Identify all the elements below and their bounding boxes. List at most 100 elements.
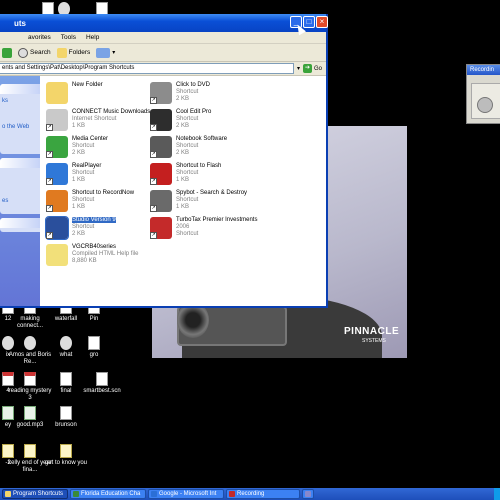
record-button[interactable]: [477, 97, 493, 113]
audio-file-icon: [24, 406, 36, 420]
taskbar-button[interactable]: [302, 489, 314, 499]
recording-title[interactable]: Recordin: [467, 65, 500, 75]
desktop-icon[interactable]: get to know you: [44, 444, 88, 467]
search-button[interactable]: Search: [18, 47, 51, 58]
file-size: 1 KB: [176, 177, 190, 183]
close-button[interactable]: ×: [316, 16, 328, 28]
window-titlebar[interactable]: uts: [0, 14, 326, 32]
desktop-icon-label: what: [59, 352, 73, 358]
views-icon: [96, 47, 111, 58]
pinnacle-logo-sub: SYSTEMS: [362, 338, 386, 344]
file-type: Shortcut: [72, 170, 95, 176]
taskbar-app-icon: [5, 491, 11, 497]
shortcut-arrow-icon: ↗: [46, 178, 53, 185]
file-type: Shortcut: [72, 197, 95, 203]
task-pane-item[interactable]: ks: [0, 98, 40, 104]
file-item[interactable]: ↗ Click to DVD Shortcut 2 KB: [150, 82, 280, 108]
go-arrow-icon: ➔: [302, 64, 312, 73]
task-pane: ks o the Web es: [0, 76, 40, 306]
file-size: Shortcut: [176, 231, 199, 237]
file-item-text: Studio Version 9 Shortcut 2 KB: [72, 217, 116, 243]
spybot-icon: ↗: [150, 190, 172, 212]
menu-help[interactable]: Help: [86, 34, 99, 41]
file-item-text: Shortcut to Flash Shortcut 1 KB: [176, 163, 221, 189]
search-button-label: Search: [30, 49, 51, 56]
taskbar-button-label: Florida Education Cha: [81, 491, 141, 497]
views-button[interactable]: ▾: [96, 47, 116, 58]
file-item[interactable]: ↗ Spybot - Search & Destroy Shortcut 1 KB: [150, 190, 280, 216]
maximize-button[interactable]: □: [303, 16, 315, 28]
file-name: CONNECT Music Downloads: [72, 109, 151, 115]
file-item[interactable]: ↗ Cool Edit Pro Shortcut 2 KB: [150, 109, 280, 135]
studio-icon: ↗: [45, 216, 69, 240]
system-tray[interactable]: [494, 488, 500, 500]
menu-favorites[interactable]: avorites: [28, 34, 51, 41]
taskbar-app-icon: [151, 491, 157, 497]
file-name: Click to DVD: [176, 82, 211, 88]
desktop-icon-label: brunson: [55, 422, 77, 428]
file-item-text: Shortcut to RecordNow Shortcut 1 KB: [72, 190, 134, 216]
file-size: 2 KB: [72, 150, 86, 156]
shortcut-arrow-icon: ↗: [150, 232, 157, 239]
taskbar-button-label: Recording: [237, 491, 265, 497]
folders-button[interactable]: Folders: [56, 47, 90, 58]
file-item-text: Cool Edit Pro Shortcut 2 KB: [176, 109, 211, 135]
folders-icon: [56, 47, 67, 58]
shortcut-arrow-icon: ↗: [46, 124, 53, 131]
file-item-text: Click to DVD Shortcut 2 KB: [176, 82, 210, 108]
task-pane-item[interactable]: o the Web: [0, 124, 40, 130]
file-size: 2 KB: [176, 123, 190, 129]
file-type: Shortcut: [176, 89, 199, 95]
menu-bar: avorites Tools Help: [0, 32, 326, 44]
menu-tools[interactable]: Tools: [61, 34, 76, 41]
taskbar-button[interactable]: Program Shortcuts: [2, 489, 68, 499]
file-name: Studio Version 9: [72, 217, 116, 223]
document-icon: [88, 336, 100, 350]
file-size: 2 KB: [176, 96, 190, 102]
file-item-text: Media Center Shortcut 2 KB: [72, 136, 108, 162]
file-type: Shortcut: [176, 197, 199, 203]
desktop-icon[interactable]: smartbest.scn: [80, 372, 124, 395]
shortcut-arrow-icon: ↗: [46, 151, 53, 158]
file-type: Shortcut: [72, 143, 95, 149]
file-item[interactable]: VGCRB40series Compiled HTML Help file 8,88…: [46, 244, 176, 270]
speaker-icon: [60, 336, 72, 350]
file-item[interactable]: ↗ Shortcut to Flash Shortcut 1 KB: [150, 163, 280, 189]
taskbar-button[interactable]: Google - Microsoft Int: [148, 489, 224, 499]
file-item-text: CONNECT Music Downloads Internet Shortcut…: [72, 109, 150, 135]
file-list: New Folder ↗ Click to DVD Shortcut 2 KB ↗ CONN…: [40, 76, 326, 306]
task-pane-item[interactable]: es: [0, 198, 40, 204]
file-item-text: Notebook Software Shortcut 2 KB: [176, 136, 227, 162]
pinnacle-logo: PINNACLE: [344, 326, 400, 337]
file-item-text: Spybot - Search & Destroy Shortcut 1 KB: [176, 190, 247, 216]
address-field[interactable]: ents and Settings\Pat\Desktop\Program Sh…: [0, 63, 294, 74]
file-size: 2 KB: [72, 231, 86, 237]
file-name: Notebook Software: [176, 136, 228, 142]
taskbar-button[interactable]: Recording: [226, 489, 300, 499]
address-bar: ents and Settings\Pat\Desktop\Program Sh…: [0, 62, 326, 76]
document-icon: [60, 372, 72, 386]
up-arrow-icon: [2, 47, 12, 58]
document-icon: [96, 372, 108, 386]
dropdown-arrow-icon: ▾: [112, 50, 116, 56]
file-type: Compiled HTML Help file: [72, 251, 139, 257]
go-button[interactable]: ➔ Go: [302, 64, 322, 73]
help-file-icon: [46, 244, 68, 266]
address-dropdown-icon[interactable]: ▾: [297, 65, 300, 72]
file-item[interactable]: ↗ TurboTax Premier Investments 2006 Shortcu…: [150, 217, 280, 243]
up-folder-button[interactable]: [2, 47, 12, 58]
file-size: 8,880 KB: [72, 258, 97, 264]
search-icon: [18, 47, 28, 58]
shortcut-arrow-icon: ↗: [150, 124, 157, 131]
turbotax-icon: ↗: [150, 217, 172, 239]
file-type: Internet Shortcut: [72, 116, 117, 122]
explorer-window: uts _ □ × avorites Tools Help Search Fol…: [0, 14, 328, 308]
desktop-icon[interactable]: brunson: [44, 406, 88, 429]
window-title: uts: [14, 18, 26, 28]
task-pane-panel: ks o the Web: [0, 84, 40, 154]
desktop-icon[interactable]: gro: [72, 336, 116, 359]
notebook-icon: ↗: [150, 136, 172, 158]
file-name: Media Center: [72, 136, 109, 142]
taskbar-button[interactable]: Florida Education Cha: [70, 489, 146, 499]
file-item[interactable]: ↗ Notebook Software Shortcut 2 KB: [150, 136, 280, 162]
